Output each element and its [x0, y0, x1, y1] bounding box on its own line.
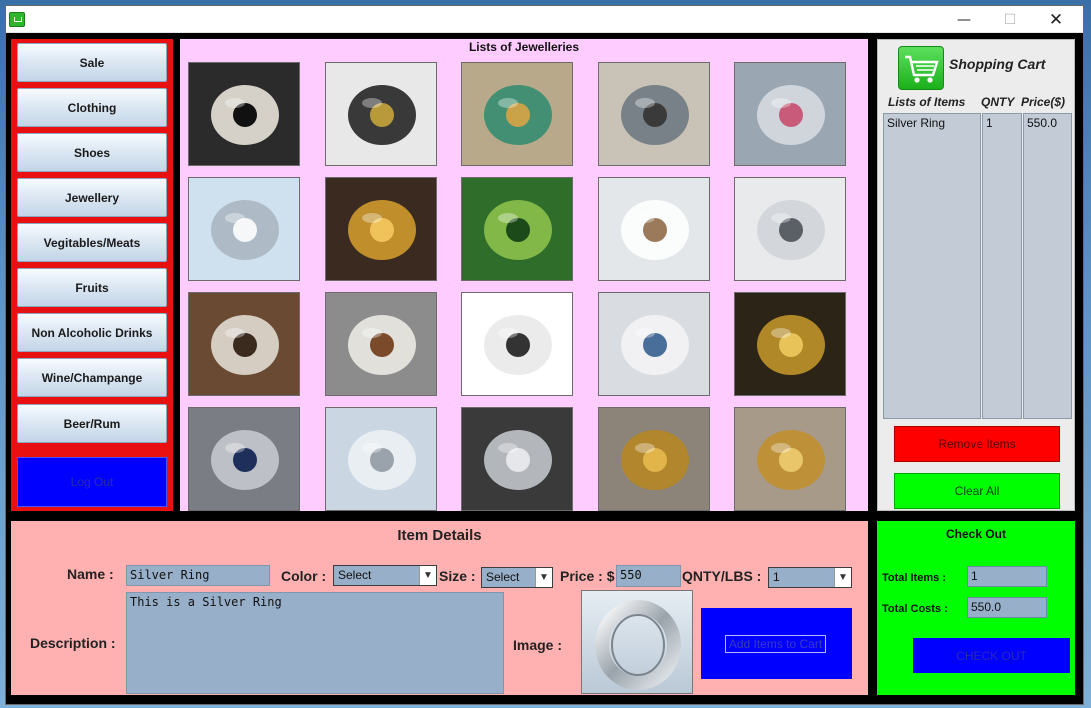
jewellery-item-green-gem-necklace[interactable] [461, 177, 573, 281]
jewellery-item-crystal-gem[interactable] [734, 177, 846, 281]
cart-header-items: Lists of Items [888, 95, 966, 109]
item-details-title: Item Details [397, 527, 482, 544]
category-button-wine-champange[interactable]: Wine/Champange [17, 358, 167, 397]
price-label: Price : $ [560, 568, 615, 584]
maximize-button[interactable]: ☐ [987, 6, 1033, 33]
jewellery-item-blue-gem-necklace[interactable] [597, 292, 710, 396]
total-items-label: Total Items : [882, 572, 946, 584]
chevron-down-icon: ▼ [834, 568, 851, 587]
remove-items-button[interactable]: Remove Items [894, 426, 1060, 462]
name-label: Name : [67, 566, 114, 582]
size-label: Size : [439, 568, 476, 584]
add-to-cart-button[interactable]: Add Items to Cart [701, 608, 852, 679]
jewellery-item-gold-hoop-earrings[interactable] [734, 407, 846, 511]
jewellery-item-smart-ring[interactable] [461, 292, 573, 396]
image-label: Image : [513, 637, 563, 653]
cart-price-list[interactable]: 550.0 [1023, 113, 1072, 419]
price-field[interactable]: 550 [616, 565, 681, 587]
item-image [581, 590, 693, 694]
qty-select[interactable]: 1 ▼ [768, 567, 852, 588]
cart-row-qty[interactable]: 1 [986, 116, 1018, 130]
total-costs-label: Total Costs : [882, 603, 948, 615]
title-bar: — ☐ ✕ [6, 6, 1083, 33]
jewellery-item-silver-rings-set[interactable] [188, 177, 300, 281]
jewellery-item-white-watch[interactable] [597, 177, 710, 281]
category-button-clothing[interactable]: Clothing [17, 88, 167, 127]
minimize-button[interactable]: — [941, 6, 987, 33]
category-button-jewellery[interactable]: Jewellery [17, 178, 167, 217]
logout-button[interactable]: Log Out [17, 457, 167, 507]
app-icon [9, 12, 25, 27]
qty-select-value: 1 [773, 570, 780, 584]
color-select[interactable]: Select ▼ [333, 565, 437, 586]
cart-qty-list[interactable]: 1 [982, 113, 1022, 419]
cart-title: Shopping Cart [949, 56, 1046, 72]
jewellery-item-black-drop-earrings[interactable] [324, 62, 437, 166]
cart-row-price[interactable]: 550.0 [1027, 116, 1068, 130]
category-panel: Sale Clothing Shoes Jewellery Vegitables… [11, 39, 173, 511]
chevron-down-icon: ▼ [535, 568, 552, 587]
checkout-button[interactable]: CHECK OUT [913, 638, 1070, 673]
category-button-beer-rum[interactable]: Beer/Rum [17, 404, 167, 443]
category-button-vegitables-meats[interactable]: Vegitables/Meats [17, 223, 167, 262]
color-label: Color : [281, 568, 327, 584]
qty-label: QNTY/LBS : [682, 568, 762, 584]
total-costs-field[interactable]: 550.0 [967, 597, 1047, 618]
app-window: — ☐ ✕ Sale Clothing Shoes Jewellery Vegi… [5, 5, 1084, 705]
jewellery-item-brown-strap-watch[interactable] [188, 292, 300, 396]
total-items-field[interactable]: 1 [967, 566, 1047, 587]
close-button[interactable]: ✕ [1033, 6, 1079, 33]
cart-row-item[interactable]: Silver Ring [887, 116, 977, 130]
jewellery-item-gold-earrings[interactable] [597, 407, 710, 511]
category-button-shoes[interactable]: Shoes [17, 133, 167, 172]
description-field[interactable]: This is a Silver Ring [126, 592, 504, 694]
cart-header-price: Price($) [1021, 95, 1066, 109]
jewellery-item-gold-coin-ring[interactable] [734, 292, 846, 396]
jewellery-item-steel-watch-2[interactable] [461, 407, 573, 511]
size-select-value: Select [486, 570, 520, 584]
jewellery-item-gold-necklace[interactable] [324, 177, 437, 281]
category-button-fruits[interactable]: Fruits [17, 268, 167, 307]
jewellery-item-pearl-necklace[interactable] [188, 62, 300, 166]
grid-title: Lists of Jewelleries [468, 40, 580, 54]
jewellery-item-steel-watch[interactable] [188, 407, 300, 511]
jewellery-item-pendant-necklace[interactable] [597, 62, 710, 166]
jewellery-item-brown-watch-reflection[interactable] [324, 292, 437, 396]
description-label: Description : [30, 635, 116, 651]
jewellery-item-silver-ring[interactable] [324, 407, 437, 511]
cart-items-list[interactable]: Silver Ring [883, 113, 981, 419]
checkout-title: Check Out [945, 527, 1006, 541]
jewellery-item-gemstone-bracelet[interactable] [461, 62, 573, 166]
chevron-down-icon: ▼ [419, 566, 436, 585]
clear-all-button[interactable]: Clear All [894, 473, 1060, 509]
jewellery-grid-panel: Lists of Jewelleries [180, 39, 868, 511]
item-details-panel: Item Details Name : Silver Ring Color : … [11, 521, 868, 695]
category-button-sale[interactable]: Sale [17, 43, 167, 82]
jewellery-item-gem-rings-row[interactable] [734, 62, 846, 166]
category-button-non-alcoholic-drinks[interactable]: Non Alcoholic Drinks [17, 313, 167, 352]
checkout-panel: Check Out Total Items : 1 Total Costs : … [877, 521, 1075, 695]
name-field[interactable]: Silver Ring [126, 565, 270, 586]
size-select[interactable]: Select ▼ [481, 567, 553, 588]
color-select-value: Select [338, 568, 372, 582]
add-to-cart-label: Add Items to Cart [725, 635, 826, 653]
shopping-cart-panel: Shopping Cart Lists of Items QNTY Price(… [877, 39, 1075, 511]
cart-header-qty: QNTY [981, 95, 1015, 109]
shopping-cart-icon [898, 46, 944, 90]
